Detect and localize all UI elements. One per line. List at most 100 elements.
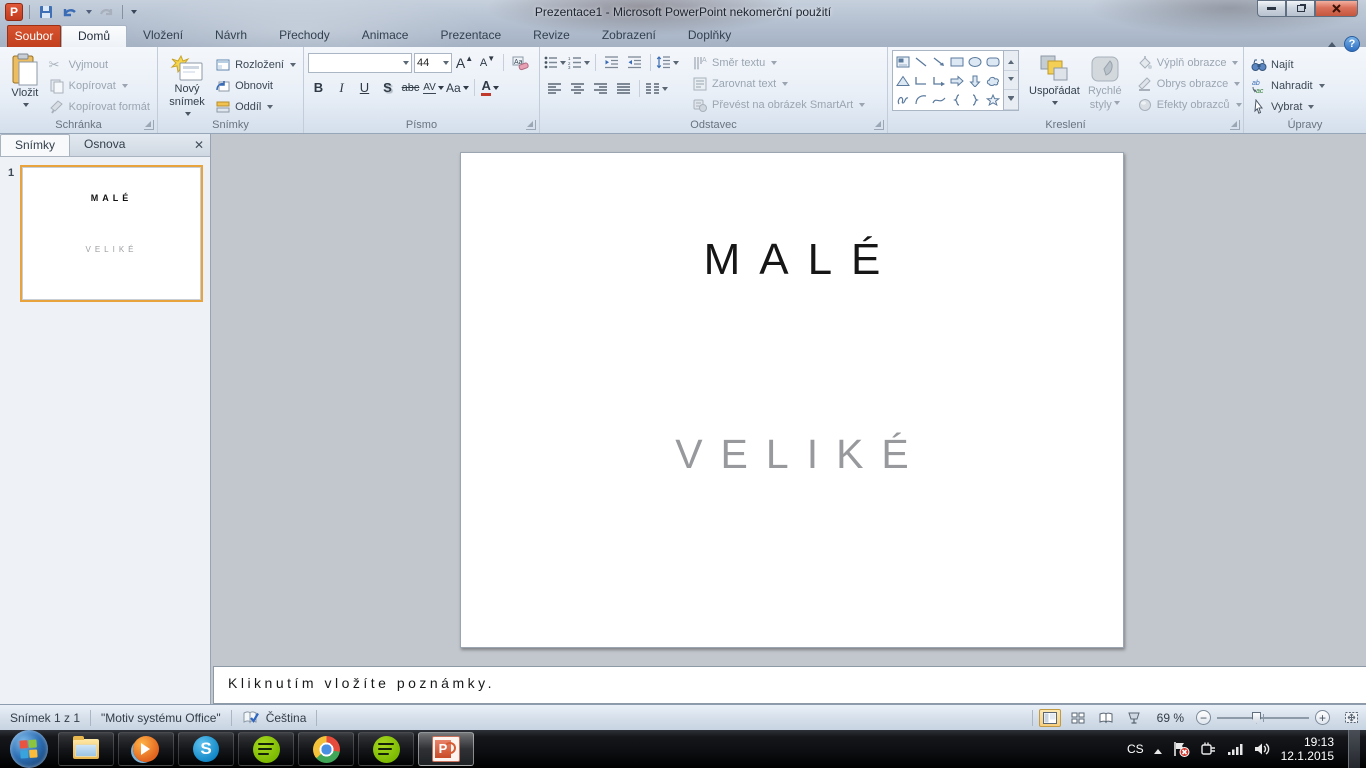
tab-soubor[interactable]: Soubor [7,25,61,47]
shapes-gallery[interactable] [892,50,1004,111]
shape-cloud-icon[interactable] [984,71,1002,90]
clock[interactable]: 19:13 12.1.2015 [1281,735,1338,763]
restore-button[interactable] [1286,0,1315,17]
font-dialog-launcher-icon[interactable] [526,120,536,130]
tab-domu[interactable]: Domů [61,25,128,47]
zoom-slider[interactable] [1217,711,1309,724]
underline-button[interactable]: U [354,77,375,98]
tab-doplnky[interactable]: Doplňky [672,25,747,47]
justify-button[interactable] [613,78,634,99]
change-case-button[interactable]: Aa [446,77,469,98]
shape-textbox-icon[interactable] [894,52,912,71]
show-hidden-icons-icon[interactable] [1153,745,1162,754]
close-pane-icon[interactable]: ✕ [194,138,204,152]
replace-button[interactable]: ab ac Nahradit [1248,75,1362,96]
notes-placeholder-text[interactable]: Kliknutím vložíte poznámky. [228,675,1366,691]
shape-down-arrow-icon[interactable] [966,71,984,90]
shape-arrow-icon[interactable] [930,52,948,71]
gallery-scroll-down-icon[interactable] [1004,71,1018,91]
help-icon[interactable]: ? [1344,36,1360,52]
numbering-button[interactable]: 123 [568,52,590,73]
decrease-indent-button[interactable] [601,52,622,73]
taskbar-chrome-button[interactable] [298,732,354,766]
tab-zobrazeni[interactable]: Zobrazení [586,25,672,47]
clipboard-dialog-launcher-icon[interactable] [144,120,154,130]
align-right-button[interactable] [590,78,611,99]
shape-elbow-arrow-icon[interactable] [930,71,948,90]
paste-button[interactable]: Vložit [4,50,46,117]
font-name-combo[interactable] [308,52,412,73]
gallery-expand-icon[interactable] [1004,90,1018,111]
volume-icon[interactable] [1254,742,1271,756]
language-indicator[interactable]: CS [1127,742,1144,756]
shape-arc-icon[interactable] [912,90,930,109]
shape-scribble-icon[interactable] [894,90,912,109]
tab-navrh[interactable]: Návrh [199,25,263,47]
taskbar-skype-button[interactable]: S [178,732,234,766]
taskbar-media-player-button[interactable] [118,732,174,766]
close-button[interactable] [1315,0,1358,17]
paste-dropdown-icon[interactable] [22,103,29,110]
start-button[interactable] [10,730,48,768]
gallery-scroll-up-icon[interactable] [1004,51,1018,71]
show-desktop-button[interactable] [1348,730,1360,768]
tab-osnova[interactable]: Osnova [70,134,139,156]
status-theme[interactable]: "Motiv systému Office" [91,711,231,725]
shape-line-icon[interactable] [912,52,930,71]
notes-panel[interactable]: Kliknutím vložíte poznámky. [213,666,1366,704]
shape-rectangle-icon[interactable] [948,52,966,71]
drawing-dialog-launcher-icon[interactable] [1230,120,1240,130]
align-center-button[interactable] [567,78,588,99]
slide-canvas[interactable]: MALÉ VELIKÉ [460,152,1124,648]
slideshow-view-button[interactable] [1123,709,1145,727]
new-slide-button[interactable]: Nový snímek [162,50,212,126]
shape-left-brace-icon[interactable] [948,90,966,109]
find-button[interactable]: Najít [1248,54,1362,75]
increase-indent-button[interactable] [624,52,645,73]
reading-view-button[interactable] [1095,709,1117,727]
font-color-button[interactable]: A [480,77,501,98]
shape-star-icon[interactable] [984,90,1002,109]
action-center-flag-icon[interactable] [1172,741,1190,757]
strikethrough-button[interactable]: abc [400,77,421,98]
layout-button[interactable]: Rozložení [212,54,299,75]
slide-subtitle-text[interactable]: VELIKÉ [461,431,1123,478]
align-left-button[interactable] [544,78,565,99]
shape-right-arrow-icon[interactable] [948,71,966,90]
zoom-percentage[interactable]: 69 % [1151,711,1190,725]
slide-sorter-view-button[interactable] [1067,709,1089,727]
paragraph-dialog-launcher-icon[interactable] [874,120,884,130]
collapse-ribbon-icon[interactable] [1328,38,1336,47]
arrange-button[interactable]: Uspořádat [1025,50,1084,111]
shape-triangle-icon[interactable] [894,71,912,90]
power-plug-icon[interactable] [1200,741,1217,757]
fit-to-window-button[interactable] [1340,709,1362,727]
taskbar-spotify-button[interactable] [238,732,294,766]
zoom-in-icon[interactable]: + [1315,710,1330,725]
reset-button[interactable]: Obnovit [212,75,299,96]
shrink-font-button[interactable]: A ▼ [477,52,498,73]
shapes-gallery-scrollbar[interactable] [1004,50,1019,111]
select-button[interactable]: Vybrat [1248,96,1362,117]
taskbar-explorer-button[interactable] [58,732,114,766]
shape-right-brace-icon[interactable] [966,90,984,109]
status-spelling[interactable]: Čeština [232,710,317,725]
tab-animace[interactable]: Animace [346,25,425,47]
tab-prezentace[interactable]: Prezentace [424,25,517,47]
text-shadow-button[interactable]: S [377,77,398,98]
taskbar-spotify2-button[interactable] [358,732,414,766]
character-spacing-button[interactable]: AV [423,77,444,98]
tab-prechody[interactable]: Přechody [263,25,346,47]
font-size-combo[interactable]: 44 [414,52,452,73]
normal-view-button[interactable] [1038,708,1061,727]
columns-button[interactable] [645,78,668,99]
shape-curve-icon[interactable] [930,90,948,109]
minimize-button[interactable] [1257,0,1286,17]
bullets-button[interactable] [544,52,566,73]
bold-button[interactable]: B [308,77,329,98]
clear-formatting-button[interactable]: Aa [509,52,530,73]
italic-button[interactable]: I [331,77,352,98]
network-signal-icon[interactable] [1227,742,1244,756]
section-button[interactable]: Oddíl [212,96,299,117]
shape-rounded-rect-icon[interactable] [984,52,1002,71]
